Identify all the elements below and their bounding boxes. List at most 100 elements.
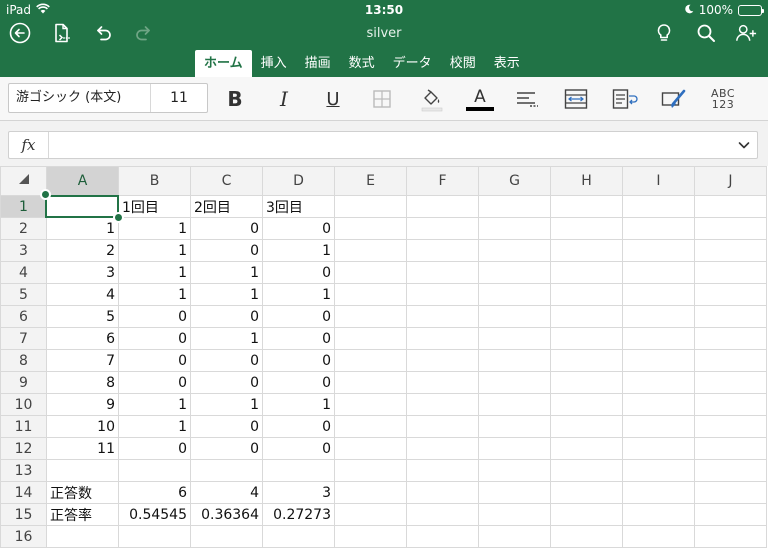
cell-c9[interactable]: 0 (190, 371, 263, 394)
cell-g6[interactable] (478, 305, 551, 328)
cell-g2[interactable] (478, 217, 551, 240)
column-header-b[interactable]: B (118, 166, 191, 196)
fill-color-icon[interactable] (418, 85, 446, 113)
cell-e1[interactable] (334, 195, 407, 218)
cell-a5[interactable]: 4 (46, 283, 119, 306)
cell-b3[interactable]: 1 (118, 239, 191, 262)
cell-j1[interactable] (694, 195, 767, 218)
row-header-14[interactable]: 14 (0, 481, 47, 504)
cell-i13[interactable] (622, 459, 695, 482)
undo-icon[interactable] (92, 22, 114, 44)
cell-f16[interactable] (406, 525, 479, 548)
cell-e10[interactable] (334, 393, 407, 416)
cell-d14[interactable]: 3 (262, 481, 335, 504)
tab-draw[interactable]: 描画 (296, 50, 340, 77)
cell-b9[interactable]: 0 (118, 371, 191, 394)
cell-c14[interactable]: 4 (190, 481, 263, 504)
redo-icon[interactable] (133, 22, 155, 44)
cell-d13[interactable] (262, 459, 335, 482)
cell-j4[interactable] (694, 261, 767, 284)
cell-i11[interactable] (622, 415, 695, 438)
cell-d11[interactable]: 0 (262, 415, 335, 438)
cell-b1[interactable]: 1回目 (118, 195, 191, 218)
row-header-6[interactable]: 6 (0, 305, 47, 328)
font-size-field[interactable]: 11 (151, 84, 207, 112)
cell-i10[interactable] (622, 393, 695, 416)
cell-e16[interactable] (334, 525, 407, 548)
cell-c3[interactable]: 0 (190, 239, 263, 262)
chevron-down-icon[interactable] (737, 137, 751, 156)
cell-h10[interactable] (550, 393, 623, 416)
cell-f6[interactable] (406, 305, 479, 328)
cell-a2[interactable]: 1 (46, 217, 119, 240)
cell-e4[interactable] (334, 261, 407, 284)
cell-e9[interactable] (334, 371, 407, 394)
cell-e11[interactable] (334, 415, 407, 438)
cell-g3[interactable] (478, 239, 551, 262)
cell-j9[interactable] (694, 371, 767, 394)
cell-f7[interactable] (406, 327, 479, 350)
cell-j8[interactable] (694, 349, 767, 372)
cell-j15[interactable] (694, 503, 767, 526)
cell-j5[interactable] (694, 283, 767, 306)
cell-g16[interactable] (478, 525, 551, 548)
cell-c12[interactable]: 0 (190, 437, 263, 460)
cell-b4[interactable]: 1 (118, 261, 191, 284)
cell-g1[interactable] (478, 195, 551, 218)
cell-a16[interactable] (46, 525, 119, 548)
cell-j12[interactable] (694, 437, 767, 460)
cell-a11[interactable]: 10 (46, 415, 119, 438)
cell-j16[interactable] (694, 525, 767, 548)
cell-d8[interactable]: 0 (262, 349, 335, 372)
cell-j2[interactable] (694, 217, 767, 240)
tab-insert[interactable]: 挿入 (252, 50, 296, 77)
cell-g13[interactable] (478, 459, 551, 482)
cell-b16[interactable] (118, 525, 191, 548)
tab-home[interactable]: ホーム (195, 50, 252, 77)
cell-h1[interactable] (550, 195, 623, 218)
cell-g14[interactable] (478, 481, 551, 504)
back-icon[interactable] (9, 22, 31, 44)
tab-view[interactable]: 表示 (485, 50, 529, 77)
row-header-11[interactable]: 11 (0, 415, 47, 438)
cell-f8[interactable] (406, 349, 479, 372)
cell-j11[interactable] (694, 415, 767, 438)
cell-g4[interactable] (478, 261, 551, 284)
cell-f3[interactable] (406, 239, 479, 262)
cell-j10[interactable] (694, 393, 767, 416)
cell-c6[interactable]: 0 (190, 305, 263, 328)
cell-i7[interactable] (622, 327, 695, 350)
cell-e15[interactable] (334, 503, 407, 526)
cell-b14[interactable]: 6 (118, 481, 191, 504)
cell-f1[interactable] (406, 195, 479, 218)
cell-h6[interactable] (550, 305, 623, 328)
row-header-5[interactable]: 5 (0, 283, 47, 306)
font-name-field[interactable]: 游ゴシック (本文) (9, 84, 151, 112)
column-header-a[interactable]: A (46, 166, 119, 196)
cell-j6[interactable] (694, 305, 767, 328)
cell-a10[interactable]: 9 (46, 393, 119, 416)
cell-i2[interactable] (622, 217, 695, 240)
cell-d7[interactable]: 0 (262, 327, 335, 350)
cell-f11[interactable] (406, 415, 479, 438)
cell-c8[interactable]: 0 (190, 349, 263, 372)
search-icon[interactable] (695, 22, 717, 44)
cell-h5[interactable] (550, 283, 623, 306)
cell-b15[interactable]: 0.54545 (118, 503, 191, 526)
cell-c16[interactable] (190, 525, 263, 548)
cell-f4[interactable] (406, 261, 479, 284)
row-header-13[interactable]: 13 (0, 459, 47, 482)
cell-h13[interactable] (550, 459, 623, 482)
cell-d16[interactable] (262, 525, 335, 548)
cell-c1[interactable]: 2回目 (190, 195, 263, 218)
tab-formulas[interactable]: 数式 (340, 50, 384, 77)
cell-d1[interactable]: 3回目 (262, 195, 335, 218)
row-header-2[interactable]: 2 (0, 217, 47, 240)
cell-e3[interactable] (334, 239, 407, 262)
tab-review[interactable]: 校閲 (441, 50, 485, 77)
wrap-text-icon[interactable] (611, 85, 639, 113)
cell-c11[interactable]: 0 (190, 415, 263, 438)
cell-a9[interactable]: 8 (46, 371, 119, 394)
cell-g5[interactable] (478, 283, 551, 306)
cell-f9[interactable] (406, 371, 479, 394)
